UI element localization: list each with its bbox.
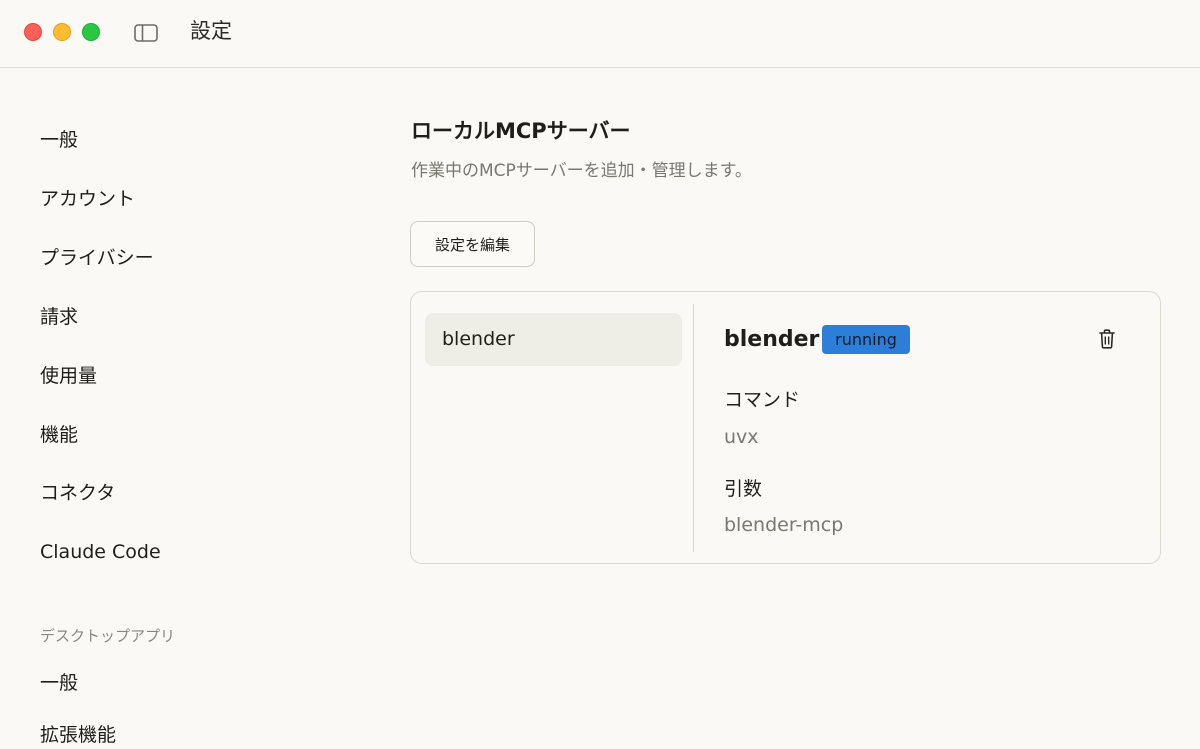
nav-section-desktop-app: デスクトップアプリ	[40, 627, 176, 645]
status-badge: running	[822, 325, 910, 354]
window-minimize-button[interactable]	[53, 23, 71, 41]
nav-item-connectors[interactable]: コネクタ	[40, 479, 115, 507]
window-title: 設定	[190, 19, 232, 43]
nav-item-general[interactable]: 一般	[40, 126, 78, 154]
nav-item-account[interactable]: アカウント	[40, 185, 135, 213]
sidebar-icon[interactable]	[134, 24, 158, 42]
nav-item-usage[interactable]: 使用量	[40, 362, 97, 390]
server-list-item[interactable]: blender	[425, 313, 682, 366]
args-value: blender-mcp	[724, 514, 844, 536]
nav-item-billing[interactable]: 請求	[40, 303, 78, 331]
nav-item-desktop-general[interactable]: 一般	[40, 669, 78, 697]
page-title: ローカルMCPサーバー	[411, 119, 631, 143]
title-bar: 設定	[0, 0, 1200, 68]
trash-icon[interactable]	[1097, 328, 1117, 350]
window-maximize-button[interactable]	[82, 23, 100, 41]
nav-item-claude-code[interactable]: Claude Code	[40, 538, 161, 566]
command-value: uvx	[724, 426, 759, 448]
nav-item-features[interactable]: 機能	[40, 421, 78, 449]
mcp-server-panel: blender blender running コマンド uvx 引数 blen…	[410, 291, 1161, 564]
args-label: 引数	[724, 478, 763, 500]
command-label: コマンド	[724, 389, 801, 411]
nav-item-extensions[interactable]: 拡張機能	[40, 721, 116, 749]
panel-divider	[693, 304, 694, 552]
settings-nav: 一般 アカウント プライバシー 請求 使用量 機能 コネクタ Claude Co…	[0, 68, 380, 746]
page-description: 作業中のMCPサーバーを追加・管理します。	[411, 161, 752, 181]
edit-config-button[interactable]: 設定を編集	[410, 221, 535, 267]
window-close-button[interactable]	[24, 23, 42, 41]
nav-item-privacy[interactable]: プライバシー	[40, 244, 154, 272]
server-name: blender	[724, 327, 820, 352]
